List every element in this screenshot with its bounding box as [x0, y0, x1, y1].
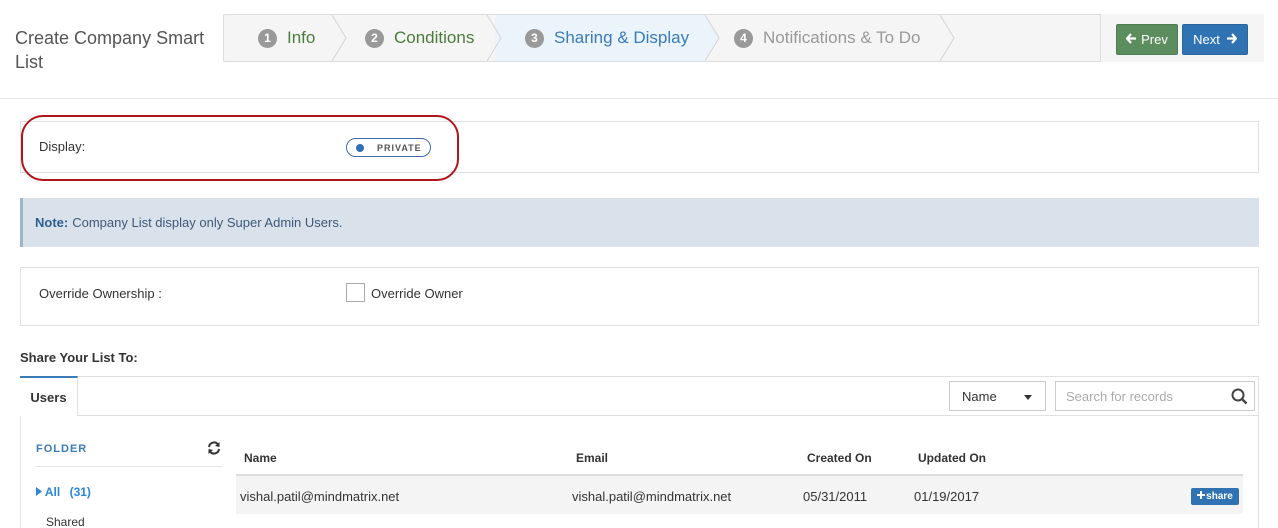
search-box[interactable]: [1055, 381, 1255, 411]
folder-all-count: (31): [69, 485, 91, 499]
next-button[interactable]: Next: [1182, 24, 1248, 55]
cell-created: 05/31/2011: [803, 489, 868, 504]
step-notifications-todo[interactable]: 4 Notifications & To Do: [734, 15, 920, 61]
note-text: Company List display only Super Admin Us…: [72, 215, 343, 230]
plus-icon: [1197, 491, 1206, 502]
note-banner: Note: Company List display only Super Ad…: [20, 198, 1259, 247]
prev-button[interactable]: Prev: [1116, 24, 1178, 55]
arrow-left-icon: [1125, 32, 1137, 47]
folder-item-shared[interactable]: Shared: [46, 515, 85, 528]
step-label: Conditions: [394, 28, 475, 47]
arrow-right-icon: [1226, 32, 1238, 47]
tab-users[interactable]: Users: [20, 376, 78, 416]
header-divider: [0, 98, 1278, 99]
step-sharing-display[interactable]: 3 Sharing & Display: [525, 15, 689, 61]
search-input[interactable]: [1056, 382, 1226, 410]
column-header-name[interactable]: Name: [244, 451, 277, 465]
cell-updated: 01/19/2017: [914, 489, 980, 504]
column-header-updated[interactable]: Updated On: [918, 451, 986, 465]
note-prefix: Note:: [35, 215, 69, 230]
column-header-email[interactable]: Email: [576, 451, 608, 465]
tab-divider: [78, 415, 1259, 416]
share-button-label: share: [1206, 491, 1233, 502]
step-label: Info: [287, 28, 316, 47]
step-number: 1: [258, 28, 277, 48]
override-owner-checkbox[interactable]: [346, 283, 365, 302]
cell-name: vishal.patil@mindmatrix.net: [240, 489, 400, 504]
folder-header: FOLDER: [36, 443, 88, 455]
override-ownership-label: Override Ownership :: [39, 286, 162, 301]
caret-right-icon: [36, 485, 45, 499]
page-title: Create Company Smart List: [15, 28, 205, 72]
override-panel: [20, 267, 1259, 326]
next-button-label: Next: [1193, 32, 1220, 47]
step-separator-icon: [487, 15, 502, 61]
highlight-annotation: [21, 115, 459, 181]
step-number: 4: [734, 28, 753, 48]
folder-divider: [36, 466, 222, 467]
caret-down-icon: [1024, 395, 1032, 400]
sort-field-value: Name: [962, 388, 997, 404]
step-conditions[interactable]: 2 Conditions: [365, 15, 474, 61]
step-separator-icon: [705, 15, 720, 61]
step-number: 2: [365, 28, 384, 48]
sort-field-select[interactable]: Name: [949, 381, 1046, 411]
column-header-created[interactable]: Created On: [807, 451, 872, 465]
override-owner-label[interactable]: Override Owner: [371, 286, 463, 301]
step-number: 3: [525, 28, 544, 48]
cell-email: vishal.patil@mindmatrix.net: [572, 489, 732, 504]
step-label: Notifications & To Do: [763, 28, 921, 47]
folder-item-all[interactable]: All (31): [36, 485, 91, 499]
folder-all-label: All: [44, 485, 61, 499]
step-info[interactable]: 1 Info: [258, 15, 315, 61]
refresh-icon[interactable]: [207, 441, 221, 460]
step-label: Sharing & Display: [554, 28, 690, 47]
step-separator-icon: [332, 15, 347, 61]
prev-button-label: Prev: [1141, 32, 1168, 47]
share-row-button[interactable]: share: [1191, 488, 1239, 505]
step-separator-icon: [940, 15, 955, 61]
share-section-title: Share Your List To:: [20, 350, 138, 365]
search-icon[interactable]: [1231, 388, 1248, 410]
